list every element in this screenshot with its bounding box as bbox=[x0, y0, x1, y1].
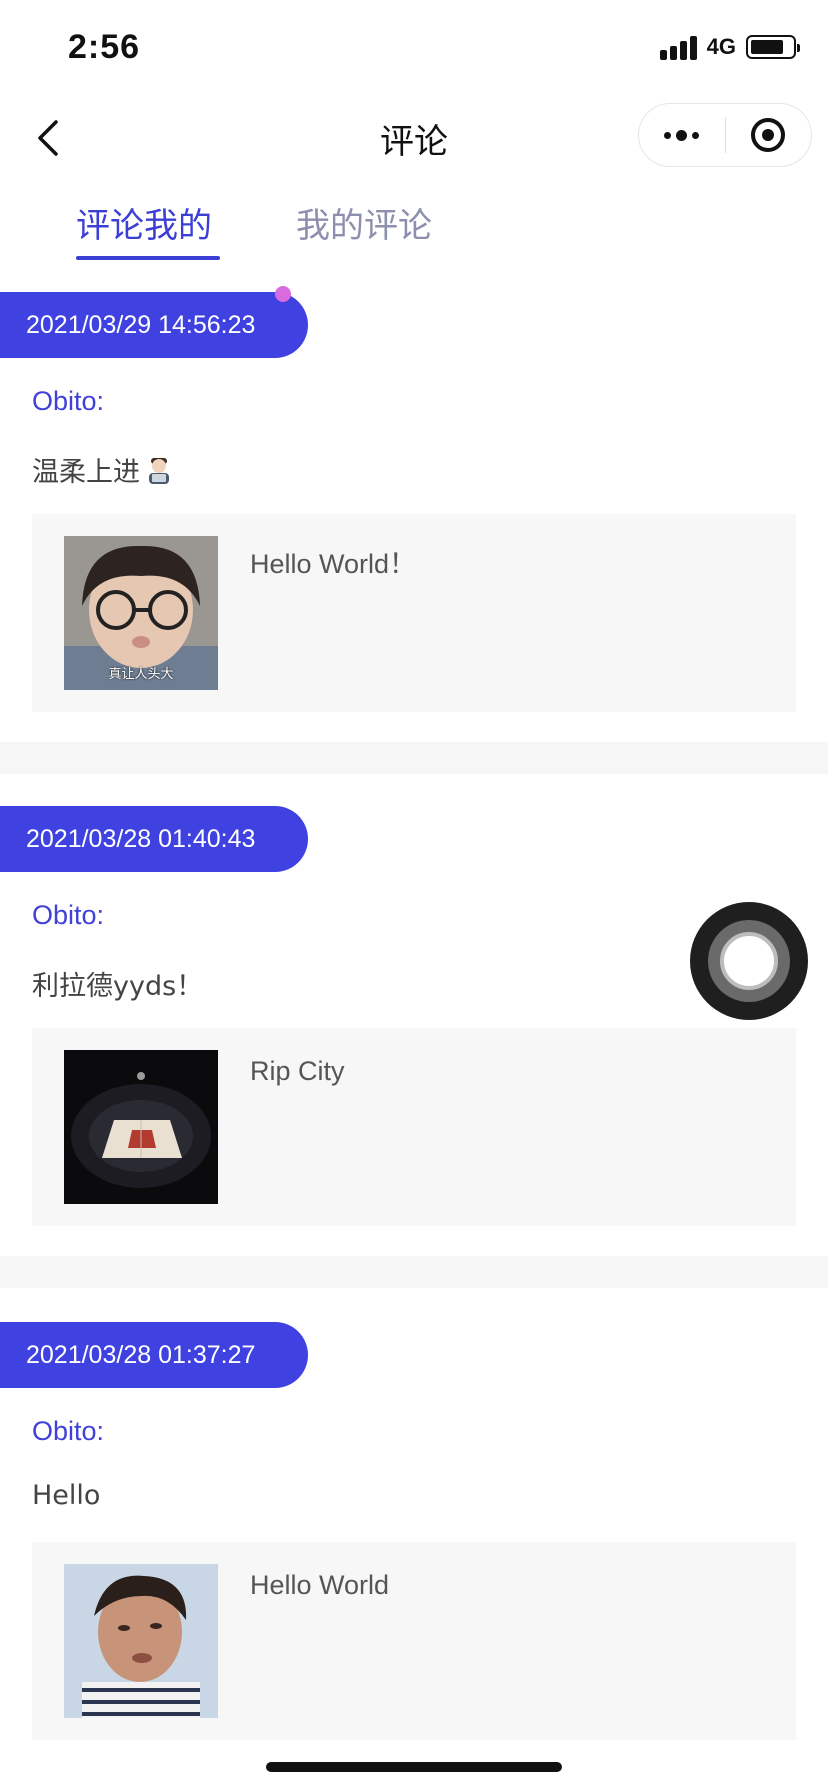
more-dots-icon[interactable] bbox=[639, 104, 725, 166]
section-divider bbox=[0, 742, 828, 774]
comment-card[interactable]: 2021/03/28 01:37:27 Obito: Hello Hello W… bbox=[0, 1322, 828, 1772]
assistive-touch-icon[interactable] bbox=[690, 902, 808, 1020]
assistive-touch-ring bbox=[708, 920, 790, 1002]
tab-my-comments[interactable]: 我的评论 bbox=[296, 198, 432, 247]
nav-bar: 评论 bbox=[0, 100, 828, 174]
comment-card[interactable]: 2021/03/29 14:56:23 Obito: 温柔上进 真让人头大 He… bbox=[0, 286, 828, 742]
basketball-arena-photo bbox=[64, 1050, 218, 1204]
blurry-face-photo bbox=[64, 1564, 218, 1718]
comment-card[interactable]: 2021/03/28 01:40:43 Obito: 利拉德yyds！ Rip … bbox=[0, 806, 828, 1256]
comment-text: 温柔上进 bbox=[32, 450, 174, 489]
mini-program-capsule bbox=[638, 103, 812, 167]
comment-text-content: 温柔上进 bbox=[32, 457, 140, 488]
assistive-touch-core bbox=[720, 932, 778, 990]
comment-author[interactable]: Obito: bbox=[32, 1416, 104, 1447]
comment-text: Hello bbox=[32, 1480, 100, 1511]
comment-text: 利拉德yyds！ bbox=[32, 964, 203, 1003]
battery-level bbox=[751, 40, 783, 54]
quoted-post-text: Hello World！ bbox=[250, 549, 417, 579]
status-time: 2:56 bbox=[68, 28, 141, 66]
quoted-post-text: Rip City bbox=[250, 1056, 345, 1086]
home-indicator[interactable] bbox=[266, 1762, 562, 1772]
technologist-emoji-icon bbox=[144, 455, 174, 485]
tab-comments-on-me[interactable]: 评论我的 bbox=[76, 198, 212, 247]
close-mini-program-button[interactable] bbox=[726, 104, 812, 166]
status-indicators: 4G bbox=[659, 34, 800, 60]
quoted-post[interactable]: 真让人头大 Hello World！ bbox=[32, 514, 796, 712]
network-type: 4G bbox=[706, 34, 736, 59]
comment-author[interactable]: Obito: bbox=[32, 900, 104, 931]
comment-author[interactable]: Obito: bbox=[32, 386, 104, 417]
unread-dot bbox=[275, 286, 291, 302]
target-icon bbox=[751, 118, 786, 152]
comment-text-content: 利拉德yyds！ bbox=[32, 971, 204, 1002]
comment-date: 2021/03/28 01:40:43 bbox=[0, 806, 308, 872]
child-with-glasses-photo: 真让人头大 bbox=[64, 536, 218, 690]
quoted-post-text: Hello World bbox=[250, 1570, 390, 1600]
signal-icon bbox=[659, 34, 697, 60]
comment-date: 2021/03/29 14:56:23 bbox=[0, 292, 308, 358]
battery-icon bbox=[746, 35, 800, 59]
tab-bar: 评论我的 我的评论 bbox=[0, 188, 828, 264]
section-divider bbox=[0, 1256, 828, 1288]
status-bar: 2:56 4G bbox=[0, 0, 828, 100]
thumbnail-caption: 真让人头大 bbox=[108, 667, 174, 682]
active-tab-indicator bbox=[76, 256, 220, 260]
quoted-post[interactable]: Rip City bbox=[32, 1028, 796, 1226]
quoted-post[interactable]: Hello World bbox=[32, 1542, 796, 1740]
comment-text-content: Hello bbox=[32, 1480, 101, 1511]
comment-date: 2021/03/28 01:37:27 bbox=[0, 1322, 308, 1388]
